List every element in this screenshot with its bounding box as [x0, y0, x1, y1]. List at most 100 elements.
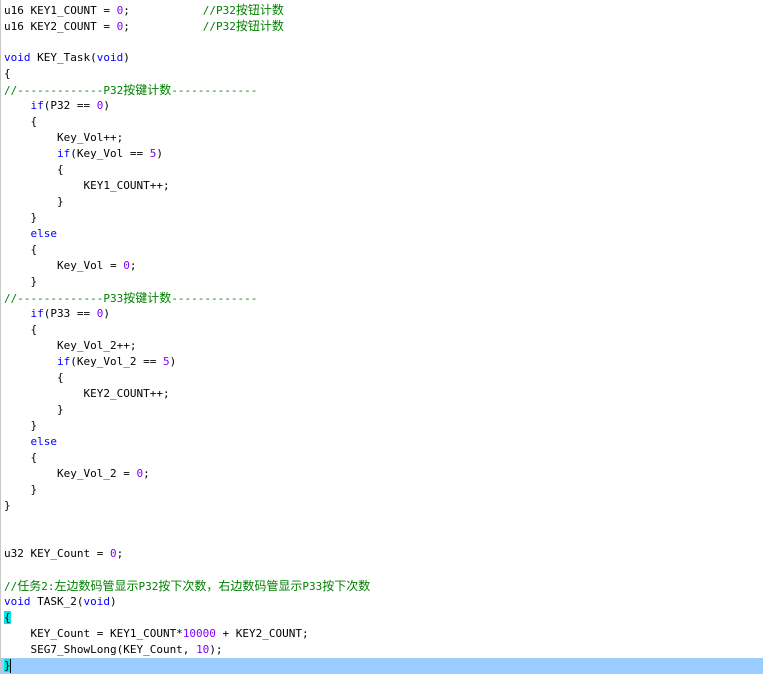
code-line[interactable]: //任务2:左边数码管显示P32按下次数，右边数码管显示P33按下次数	[4, 578, 370, 594]
code-line[interactable]: }	[4, 498, 11, 514]
text-caret	[10, 659, 11, 673]
code-token: Key_Vol =	[4, 259, 124, 272]
code-number: 10000	[182, 627, 216, 640]
code-token: }	[4, 195, 64, 208]
code-token: u16 KEY2_COUNT =	[4, 20, 117, 33]
code-line[interactable]: SEG7_ShowLong(KEY_Count, 10);	[4, 642, 223, 658]
code-token: u32 KEY_Count =	[4, 547, 110, 560]
code-keyword: void	[4, 51, 31, 64]
code-keyword: if	[56, 355, 71, 368]
code-comment: //任务2:左边数码管显示P32按下次数，右边数码管显示P33按下次数	[4, 579, 371, 593]
code-token: ;	[129, 259, 137, 272]
code-keyword: void	[83, 595, 110, 608]
code-line[interactable]: void KEY_Task(void)	[4, 50, 130, 66]
code-comment: //-------------P33按键计数-------------	[4, 291, 258, 305]
code-line[interactable]: if(Key_Vol_2 == 5)	[4, 354, 176, 370]
code-number: 0	[109, 547, 117, 560]
code-token: )	[103, 307, 110, 320]
code-line[interactable]: {	[4, 242, 37, 258]
code-line[interactable]: if(Key_Vol == 5)	[4, 146, 163, 162]
code-keyword: void	[4, 595, 31, 608]
code-number: 5	[162, 355, 170, 368]
code-token: ;	[116, 547, 124, 560]
code-editor[interactable]: u16 KEY1_COUNT = 0; //P32按钮计数 u16 KEY2_CO…	[0, 0, 763, 674]
code-line[interactable]: else	[4, 226, 58, 242]
code-token: }	[4, 275, 38, 288]
code-token: KEY_Count = KEY1_COUNT*	[4, 627, 183, 640]
code-line[interactable]: {	[4, 162, 64, 178]
code-token: {	[4, 611, 11, 624]
code-token: (P33 ==	[43, 307, 97, 320]
code-keyword: if	[56, 147, 71, 160]
code-token: u16 KEY1_COUNT =	[4, 4, 117, 17]
code-token: }	[4, 403, 64, 416]
code-line[interactable]: u32 KEY_Count = 0;	[4, 546, 123, 562]
code-line[interactable]: KEY1_COUNT++;	[4, 178, 169, 194]
code-token: )	[123, 51, 130, 64]
code-token: {	[4, 163, 64, 176]
code-line[interactable]: Key_Vol = 0;	[4, 258, 137, 274]
code-comment: //-------------P32按键计数-------------	[4, 83, 258, 97]
code-token: )	[169, 355, 177, 368]
code-line[interactable]: {	[4, 610, 11, 626]
code-token: }	[4, 483, 38, 496]
code-line[interactable]: {	[4, 66, 11, 82]
code-line[interactable]: {	[4, 322, 37, 338]
code-line[interactable]: if(P33 == 0)	[4, 306, 110, 322]
code-token: SEG7_ShowLong(KEY_Count,	[4, 643, 197, 656]
code-token: {	[4, 67, 11, 80]
code-token: (Key_Vol_2 ==	[70, 355, 163, 368]
code-line[interactable]: else	[4, 434, 58, 450]
code-line[interactable]: //-------------P33按键计数-------------	[4, 290, 257, 306]
code-line[interactable]: u16 KEY1_COUNT = 0; //P32按钮计数	[4, 2, 284, 18]
code-line[interactable]: }	[4, 418, 37, 434]
code-token: );	[209, 643, 223, 656]
code-line[interactable]: }	[4, 210, 37, 226]
code-token: Key_Vol++;	[4, 131, 124, 144]
code-line[interactable]: }	[4, 274, 37, 290]
code-keyword: else	[30, 435, 58, 448]
code-line[interactable]: //-------------P32按键计数-------------	[4, 82, 257, 98]
code-token: )	[109, 595, 117, 608]
code-token: }	[4, 499, 11, 512]
code-token: }	[4, 419, 38, 432]
code-line[interactable]: KEY_Count = KEY1_COUNT*10000 + KEY2_COUN…	[4, 626, 308, 642]
code-token: }	[4, 211, 38, 224]
code-token: KEY2_COUNT++;	[4, 387, 170, 400]
code-line[interactable]: KEY2_COUNT++;	[4, 386, 170, 402]
code-token: ;	[123, 4, 203, 17]
code-number: 0	[123, 259, 130, 272]
code-line[interactable]: Key_Vol++;	[4, 130, 123, 146]
code-line[interactable]: Key_Vol_2++;	[4, 338, 136, 354]
code-line[interactable]: {	[4, 370, 64, 386]
code-token: {	[4, 371, 64, 384]
code-line[interactable]: u16 KEY2_COUNT = 0; //P32按钮计数	[4, 18, 284, 34]
code-token: {	[4, 323, 38, 336]
code-token: (P32 ==	[43, 99, 97, 112]
code-token: (Key_Vol ==	[70, 147, 150, 160]
code-line[interactable]: }	[4, 402, 64, 418]
code-token: )	[156, 147, 163, 160]
code-line[interactable]: Key_Vol_2 = 0;	[4, 466, 150, 482]
code-token: Key_Vol_2 =	[4, 467, 137, 480]
code-line[interactable]: void TASK_2(void)	[4, 594, 117, 610]
code-token: ;	[143, 467, 150, 480]
code-line[interactable]: }	[4, 482, 37, 498]
code-token: {	[4, 451, 38, 464]
code-line[interactable]: if(P32 == 0)	[4, 98, 110, 114]
code-line[interactable]: {	[4, 114, 37, 130]
code-token: )	[103, 99, 110, 112]
code-number: 10	[196, 643, 210, 656]
current-line-highlight	[1, 658, 763, 674]
code-token: ;	[123, 20, 203, 33]
code-token: {	[4, 115, 38, 128]
code-token: KEY_Task(	[30, 51, 97, 64]
code-line[interactable]: }	[4, 194, 64, 210]
code-line[interactable]: {	[4, 450, 37, 466]
